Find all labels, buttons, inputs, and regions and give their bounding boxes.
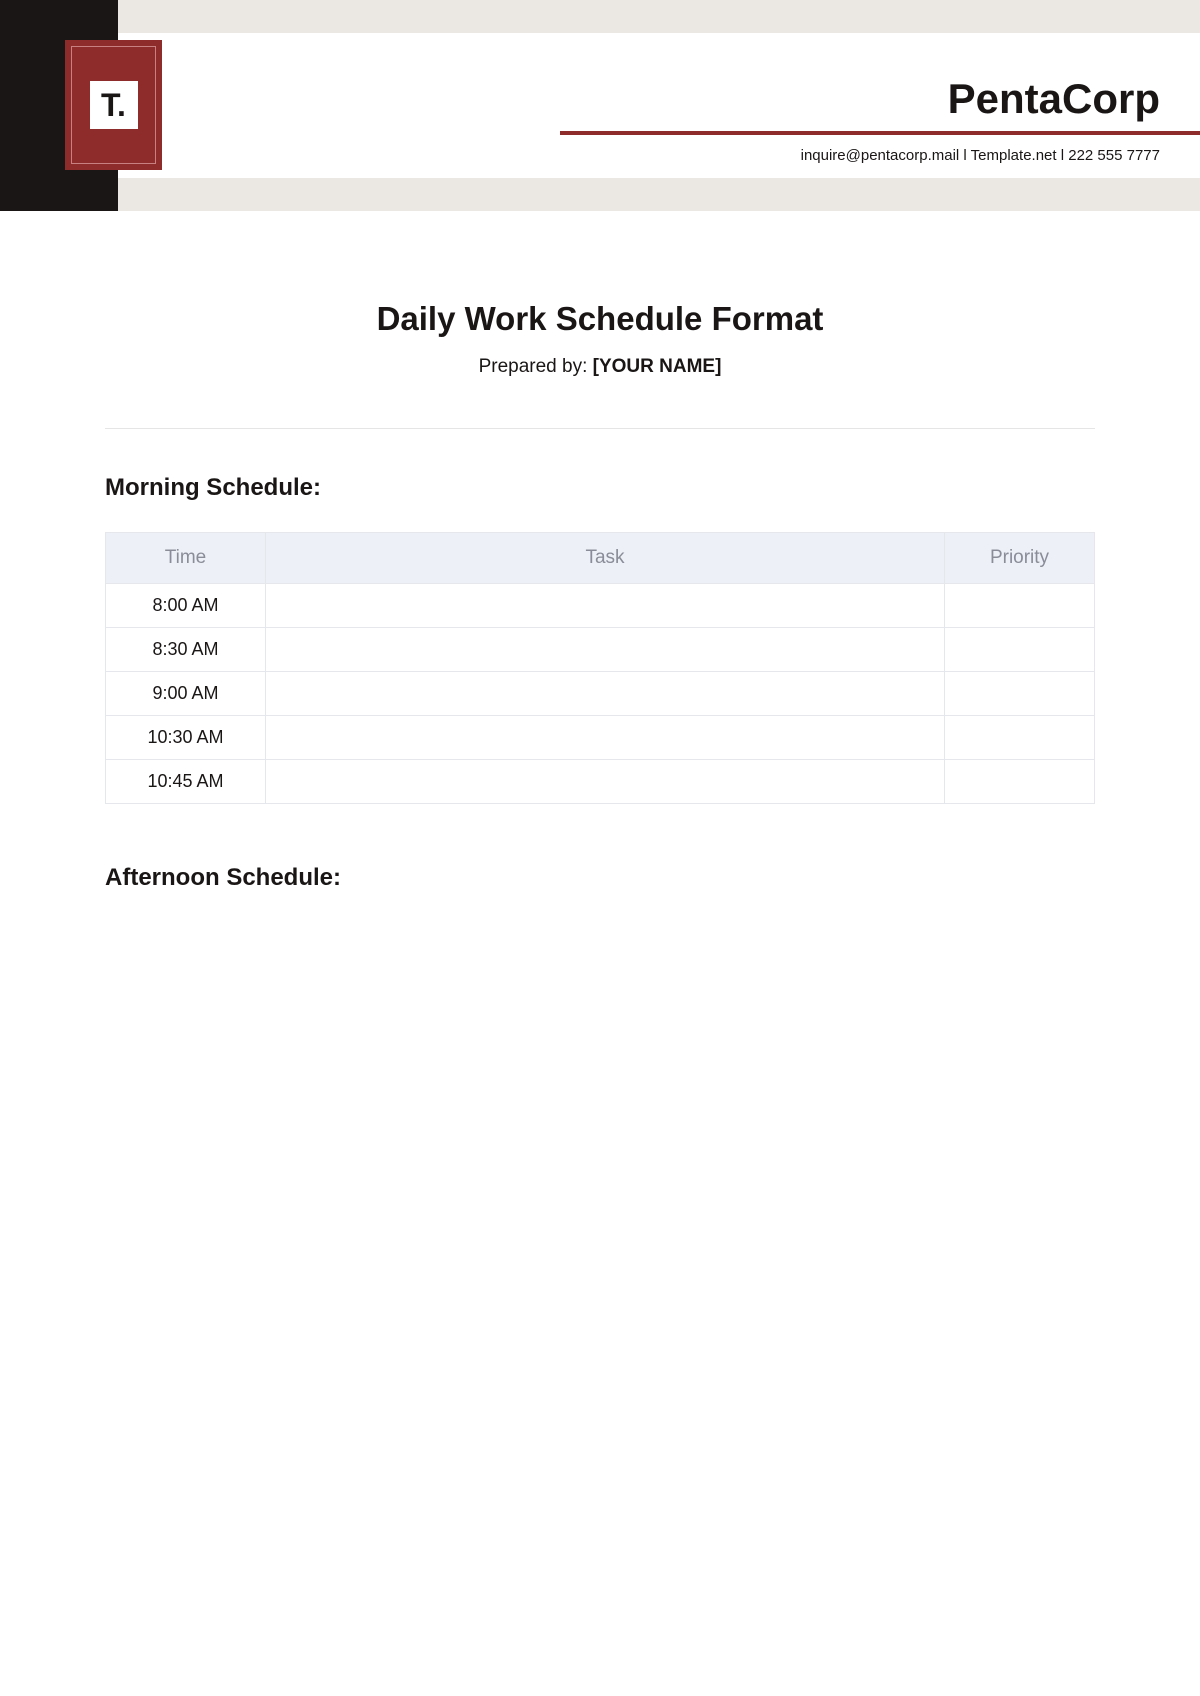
morning-section-title: Morning Schedule: bbox=[105, 474, 1095, 502]
contact-website: Template.net bbox=[971, 147, 1057, 164]
cell-time: 10:45 AM bbox=[106, 760, 266, 804]
morning-schedule-table: Time Task Priority 8:00 AM 8:30 AM 9:00 … bbox=[105, 532, 1095, 804]
logo-container: T. bbox=[65, 40, 162, 170]
table-row: 9:00 AM bbox=[106, 672, 1095, 716]
afternoon-section-title: Afternoon Schedule: bbox=[105, 864, 1095, 892]
cell-task bbox=[266, 672, 945, 716]
cell-task bbox=[266, 716, 945, 760]
main-content: Daily Work Schedule Format Prepared by: … bbox=[105, 300, 1095, 922]
contact-phone: 222 555 7777 bbox=[1068, 147, 1160, 164]
logo-inner-border: T. bbox=[71, 46, 156, 164]
contact-email: inquire@pentacorp.mail bbox=[801, 147, 960, 164]
column-header-time: Time bbox=[106, 533, 266, 584]
prepared-by-line: Prepared by: [YOUR NAME] bbox=[105, 356, 1095, 378]
company-info-block: PentaCorp inquire@pentacorp.mail l Templ… bbox=[560, 75, 1200, 164]
cell-time: 8:00 AM bbox=[106, 584, 266, 628]
contact-info: inquire@pentacorp.mail l Template.net l … bbox=[560, 147, 1200, 164]
logo-text: T. bbox=[101, 87, 126, 124]
header-background-bottom bbox=[0, 178, 1200, 211]
cell-task bbox=[266, 760, 945, 804]
cell-priority bbox=[945, 672, 1095, 716]
cell-time: 10:30 AM bbox=[106, 716, 266, 760]
column-header-task: Task bbox=[266, 533, 945, 584]
company-name: PentaCorp bbox=[560, 75, 1200, 123]
separator: l bbox=[1057, 147, 1069, 164]
cell-time: 8:30 AM bbox=[106, 628, 266, 672]
cell-priority bbox=[945, 628, 1095, 672]
content-divider bbox=[105, 428, 1095, 429]
document-title: Daily Work Schedule Format bbox=[105, 300, 1095, 338]
cell-priority bbox=[945, 584, 1095, 628]
cell-time: 9:00 AM bbox=[106, 672, 266, 716]
prepared-by-name: [YOUR NAME] bbox=[593, 356, 722, 377]
table-row: 8:00 AM bbox=[106, 584, 1095, 628]
prepared-by-label: Prepared by: bbox=[479, 356, 593, 377]
table-row: 10:30 AM bbox=[106, 716, 1095, 760]
header-accent-line bbox=[560, 131, 1200, 135]
column-header-priority: Priority bbox=[945, 533, 1095, 584]
cell-task bbox=[266, 584, 945, 628]
table-row: 10:45 AM bbox=[106, 760, 1095, 804]
cell-task bbox=[266, 628, 945, 672]
header-background-top bbox=[0, 0, 1200, 33]
logo-icon: T. bbox=[90, 81, 138, 129]
cell-priority bbox=[945, 760, 1095, 804]
cell-priority bbox=[945, 716, 1095, 760]
table-header-row: Time Task Priority bbox=[106, 533, 1095, 584]
separator: l bbox=[959, 147, 970, 164]
table-row: 8:30 AM bbox=[106, 628, 1095, 672]
